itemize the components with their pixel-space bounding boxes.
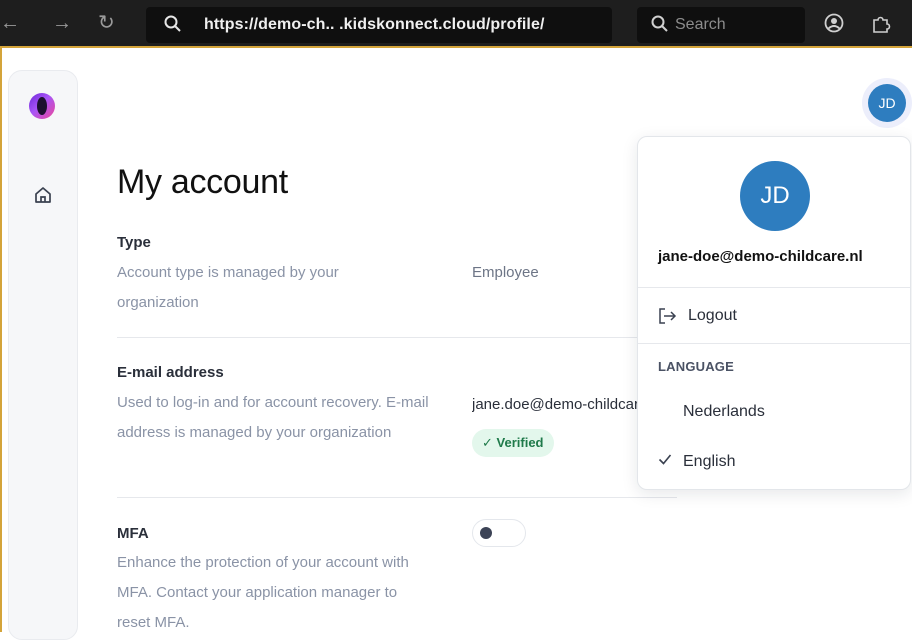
language-label: English [683, 453, 736, 470]
browser-toolbar: ← → ↻ https://demo-ch.. .kidskonnect.clo… [0, 0, 912, 46]
logout-label: Logout [688, 307, 737, 324]
extensions-puzzle-icon[interactable] [870, 12, 892, 34]
language-option-nederlands[interactable]: Nederlands [658, 399, 898, 425]
url-text: https://demo-ch.. .kidskonnect.cloud/pro… [204, 16, 545, 33]
logo-inner [37, 97, 47, 115]
type-description: Account type is managed by your organiza… [117, 264, 339, 311]
home-icon[interactable] [33, 185, 53, 205]
type-label: Type [117, 234, 151, 251]
user-dropdown-menu: JD jane-doe@demo-childcare.nl Logout LAN… [637, 136, 911, 490]
page-title: My account [117, 163, 288, 201]
mfa-label: MFA [117, 525, 149, 542]
user-menu-button[interactable]: JD [862, 78, 912, 128]
sidebar [8, 70, 78, 640]
search-icon [164, 15, 181, 32]
section-divider [117, 497, 677, 498]
menu-divider [638, 287, 910, 288]
menu-divider [638, 343, 910, 344]
logout-icon [659, 308, 677, 324]
search-icon [651, 15, 668, 32]
app-logo[interactable] [29, 93, 55, 119]
language-option-english[interactable]: English [658, 449, 898, 475]
language-label: Nederlands [683, 403, 765, 420]
email-description: Used to log-in and for account recovery.… [117, 394, 429, 441]
verified-label: Verified [496, 435, 544, 450]
address-bar[interactable]: https://demo-ch.. .kidskonnect.cloud/pro… [146, 7, 612, 43]
avatar-large: JD [740, 161, 810, 231]
section-divider [117, 337, 677, 338]
active-window-border-top [0, 46, 912, 48]
account-type-value: Employee [472, 264, 539, 281]
checkmark-icon [658, 454, 672, 465]
email-value: jane.doe@demo-childcare.nl [472, 396, 638, 413]
language-header: LANGUAGE [658, 359, 734, 374]
logout-button[interactable]: Logout [658, 305, 888, 329]
mfa-toggle[interactable] [472, 519, 526, 547]
verified-badge: ✓ Verified [472, 429, 554, 457]
checkmark-icon: ✓ [482, 435, 493, 450]
search-placeholder: Search [675, 16, 726, 33]
account-circle-icon[interactable] [824, 13, 844, 33]
mfa-description: Enhance the protection of your account w… [117, 554, 409, 631]
reload-icon[interactable]: ↻ [98, 10, 115, 35]
forward-arrow-icon[interactable]: → [52, 12, 72, 35]
back-arrow-icon[interactable]: ← [0, 12, 20, 35]
active-window-border-left [0, 48, 2, 632]
browser-search-field[interactable]: Search [637, 7, 805, 43]
user-email: jane-doe@demo-childcare.nl [658, 248, 863, 265]
toggle-knob [480, 527, 492, 539]
email-label: E-mail address [117, 364, 224, 381]
avatar: JD [868, 84, 906, 122]
